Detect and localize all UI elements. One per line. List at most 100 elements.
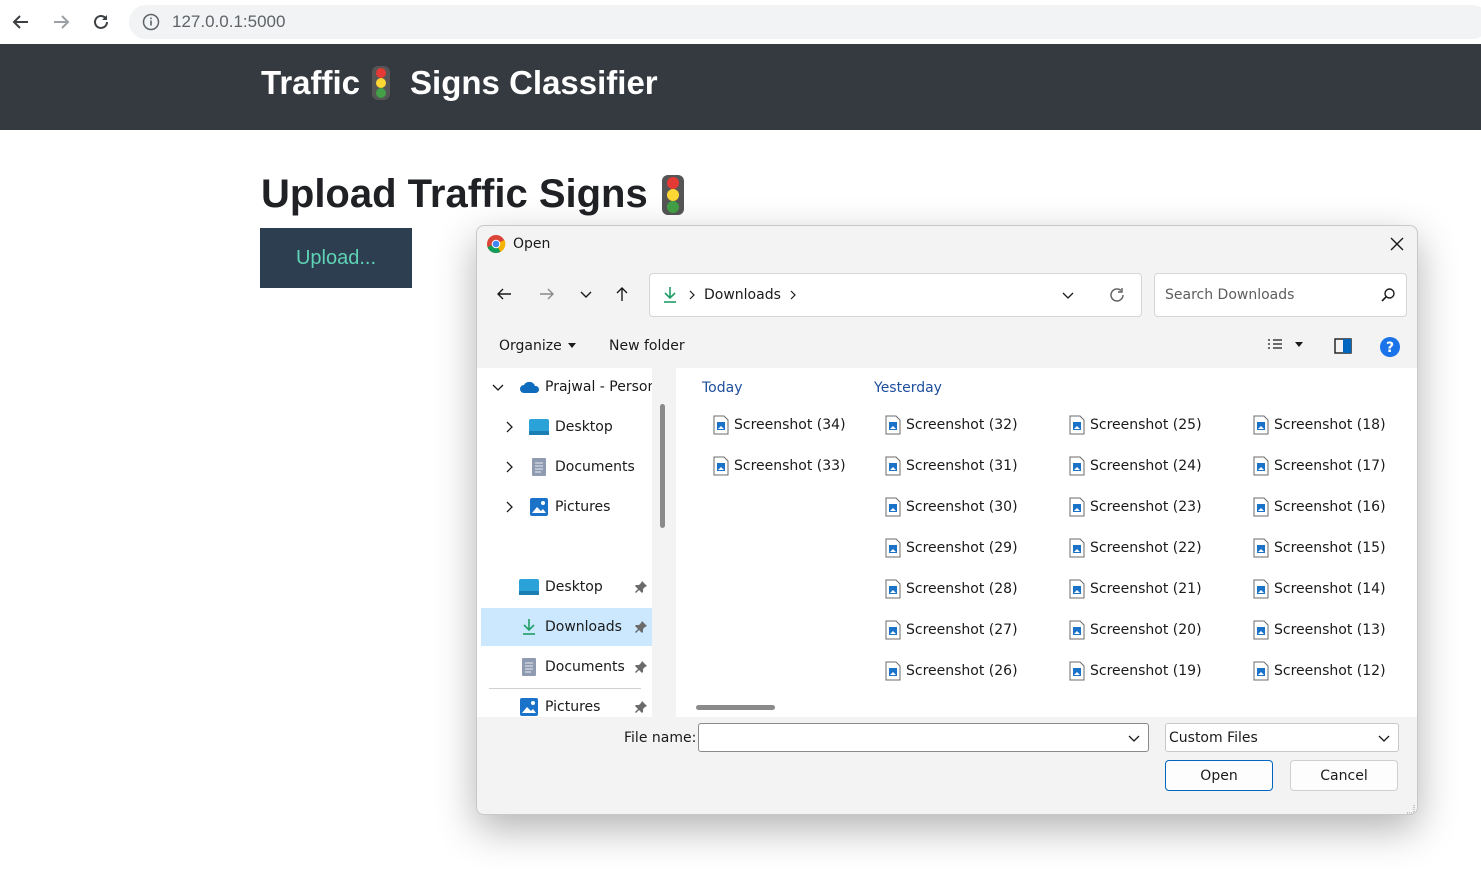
chevron-down-icon[interactable] — [491, 380, 505, 394]
file-item[interactable]: Screenshot (30) — [885, 495, 1018, 519]
documents-icon — [532, 458, 546, 476]
chevron-down-icon[interactable] — [1061, 288, 1075, 302]
chevron-right-icon[interactable] — [502, 420, 516, 434]
close-icon[interactable] — [1387, 234, 1407, 254]
sidebar-item-onedrive[interactable]: Prajwal - Person — [477, 368, 652, 406]
sidebar-item-desktop[interactable]: Desktop — [481, 568, 652, 606]
chevron-right-icon[interactable] — [502, 500, 516, 514]
url-text: 127.0.0.1:5000 — [172, 12, 286, 31]
help-icon[interactable]: ? — [1379, 336, 1401, 358]
new-folder-button[interactable]: New folder — [609, 338, 685, 354]
sidebar-item-pictures[interactable]: Pictures — [481, 688, 652, 717]
brand[interactable]: Traffic Signs Classifier — [261, 64, 658, 102]
back-arrow-icon[interactable] — [8, 9, 34, 35]
dialog-title: Open — [513, 236, 551, 252]
preview-pane-icon[interactable] — [1334, 338, 1352, 354]
image-file-icon — [1253, 620, 1269, 640]
breadcrumb-downloads[interactable]: Downloads — [704, 287, 781, 303]
chevron-right-icon[interactable] — [688, 290, 696, 300]
chrome-icon — [487, 235, 506, 254]
image-file-icon — [885, 620, 901, 640]
file-item[interactable]: Screenshot (15) — [1253, 536, 1386, 560]
view-options-button[interactable] — [1267, 338, 1303, 352]
traffic-light-icon — [661, 174, 684, 215]
file-name: Screenshot (26) — [906, 663, 1018, 679]
file-item[interactable]: Screenshot (12) — [1253, 659, 1386, 683]
file-item[interactable]: Screenshot (19) — [1069, 659, 1202, 683]
sidebar-item-downloads[interactable]: Downloads — [481, 608, 652, 646]
file-item[interactable]: Screenshot (32) — [885, 413, 1018, 437]
file-item[interactable]: Screenshot (18) — [1253, 413, 1386, 437]
image-file-icon — [885, 538, 901, 558]
cancel-button[interactable]: Cancel — [1290, 760, 1398, 791]
desktop-folder-icon — [519, 579, 539, 595]
file-item[interactable]: Screenshot (27) — [885, 618, 1018, 642]
file-item[interactable]: Screenshot (34) — [713, 413, 846, 437]
file-name: Screenshot (32) — [906, 417, 1018, 433]
group-header-yesterday[interactable]: Yesterday — [874, 380, 942, 396]
file-item[interactable]: Screenshot (22) — [1069, 536, 1202, 560]
file-item[interactable]: Screenshot (24) — [1069, 454, 1202, 478]
resize-grip-icon[interactable] — [1405, 804, 1415, 814]
image-file-icon — [1069, 538, 1085, 558]
search-input[interactable] — [1165, 287, 1370, 303]
chevron-down-icon[interactable] — [572, 280, 600, 308]
pin-icon[interactable] — [634, 580, 648, 594]
file-type-select[interactable]: Custom Files — [1165, 723, 1399, 752]
open-button[interactable]: Open — [1165, 760, 1273, 791]
sidebar-item-label: Desktop — [545, 579, 603, 595]
sidebar-item-pictures-tree[interactable]: Pictures — [477, 488, 652, 526]
file-item[interactable]: Screenshot (21) — [1069, 577, 1202, 601]
cloud-icon — [520, 381, 540, 393]
horizontal-scrollbar[interactable] — [696, 705, 775, 710]
sidebar-scrollbar[interactable] — [660, 404, 665, 528]
file-item[interactable]: Screenshot (23) — [1069, 495, 1202, 519]
chevron-right-icon[interactable] — [502, 460, 516, 474]
back-arrow-icon[interactable] — [490, 280, 518, 308]
file-name-combobox[interactable] — [698, 723, 1149, 752]
refresh-icon[interactable] — [1108, 286, 1126, 304]
up-arrow-icon[interactable] — [608, 280, 636, 308]
upload-button[interactable]: Upload... — [260, 228, 412, 288]
pin-icon[interactable] — [634, 660, 648, 674]
group-header-today[interactable]: Today — [702, 380, 743, 396]
pin-icon[interactable] — [634, 700, 648, 714]
image-file-icon — [1253, 456, 1269, 476]
search-field[interactable] — [1154, 273, 1407, 317]
brand-text-left: Traffic — [261, 64, 361, 101]
file-item[interactable]: Screenshot (13) — [1253, 618, 1386, 642]
file-name: Screenshot (15) — [1274, 540, 1386, 556]
file-item[interactable]: Screenshot (33) — [713, 454, 846, 478]
file-item[interactable]: Screenshot (17) — [1253, 454, 1386, 478]
sidebar-item-documents-tree[interactable]: Documents — [477, 448, 652, 486]
forward-arrow-icon[interactable] — [533, 280, 561, 308]
file-item[interactable]: Screenshot (14) — [1253, 577, 1386, 601]
file-item[interactable]: Screenshot (20) — [1069, 618, 1202, 642]
sidebar-item-documents[interactable]: Documents — [481, 648, 652, 686]
chevron-down-icon[interactable] — [1128, 732, 1140, 744]
sidebar-item-desktop-tree[interactable]: Desktop — [477, 408, 652, 446]
pin-icon[interactable] — [634, 620, 648, 634]
reload-icon[interactable] — [88, 9, 114, 35]
sidebar-item-label: Pictures — [545, 699, 601, 715]
file-name-input[interactable] — [699, 724, 1119, 751]
file-item[interactable]: Screenshot (29) — [885, 536, 1018, 560]
sidebar-item-label: Prajwal - Person — [545, 379, 652, 395]
search-icon[interactable] — [1380, 287, 1396, 303]
forward-arrow-icon[interactable] — [48, 9, 74, 35]
image-file-icon — [1253, 497, 1269, 517]
file-name: Screenshot (33) — [734, 458, 846, 474]
chevron-right-icon[interactable] — [789, 290, 797, 300]
file-item[interactable]: Screenshot (16) — [1253, 495, 1386, 519]
file-item[interactable]: Screenshot (26) — [885, 659, 1018, 683]
address-bar[interactable]: 127.0.0.1:5000 — [129, 5, 1481, 39]
sidebar-item-label: Downloads — [545, 619, 622, 635]
file-item[interactable]: Screenshot (25) — [1069, 413, 1202, 437]
breadcrumb[interactable]: Downloads — [649, 273, 1142, 317]
file-item[interactable]: Screenshot (28) — [885, 577, 1018, 601]
organize-button[interactable]: Organize — [499, 338, 576, 354]
file-item[interactable]: Screenshot (31) — [885, 454, 1018, 478]
traffic-light-icon — [372, 66, 391, 100]
sidebar-item-label: Pictures — [555, 499, 611, 515]
info-icon[interactable] — [142, 13, 160, 31]
